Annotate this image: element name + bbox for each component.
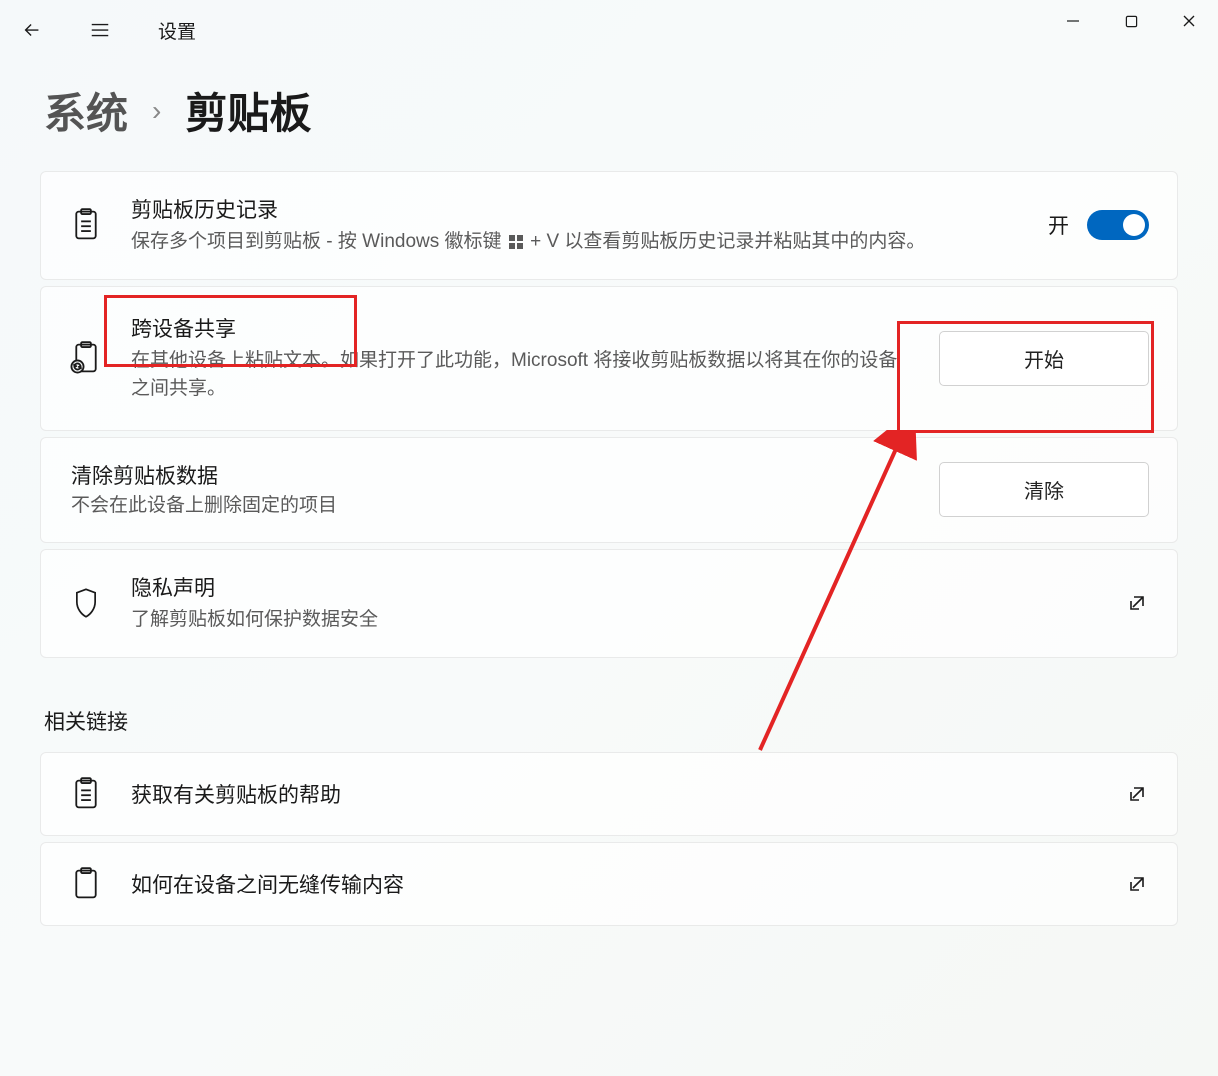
- toggle-state-label: 开: [1048, 210, 1069, 240]
- link-title: 获取有关剪贴板的帮助: [131, 779, 1097, 809]
- card-title: 剪贴板历史记录: [131, 194, 1020, 224]
- toggle-knob: [1123, 214, 1145, 236]
- windows-logo-icon: [509, 235, 523, 249]
- app-title: 设置: [158, 17, 196, 44]
- card-desc: 不会在此设备上删除固定的项目: [71, 492, 911, 521]
- clipboard-sync-icon: [69, 341, 103, 375]
- clipboard-list-icon: [69, 777, 103, 811]
- card-title: 清除剪贴板数据: [71, 460, 911, 490]
- breadcrumb-current: 剪贴板: [185, 80, 311, 141]
- setting-cross-device-share: 跨设备共享 在其他设备上粘贴文本。如果打开了此功能，Microsoft 将接收剪…: [40, 286, 1178, 431]
- setting-privacy-statement[interactable]: 隐私声明 了解剪贴板如何保护数据安全: [40, 549, 1178, 658]
- clipboard-icon: [69, 867, 103, 901]
- clipboard-list-icon: [69, 208, 103, 242]
- link-seamless-transfer[interactable]: 如何在设备之间无缝传输内容: [40, 842, 1178, 926]
- cross-device-start-button[interactable]: 开始: [939, 331, 1149, 386]
- card-desc: 在其他设备上粘贴文本。如果打开了此功能，Microsoft 将接收剪贴板数据以将…: [131, 347, 911, 404]
- external-link-icon: [1125, 782, 1149, 806]
- clipboard-history-toggle[interactable]: [1087, 210, 1149, 240]
- clear-clipboard-button[interactable]: 清除: [939, 462, 1149, 517]
- external-link-icon: [1125, 872, 1149, 896]
- card-title: 跨设备共享: [131, 313, 911, 343]
- shield-icon: [69, 587, 103, 619]
- link-get-clipboard-help[interactable]: 获取有关剪贴板的帮助: [40, 752, 1178, 836]
- chevron-right-icon: ›: [152, 95, 161, 127]
- maximize-button[interactable]: [1102, 0, 1160, 42]
- menu-button[interactable]: [80, 10, 120, 50]
- card-title: 隐私声明: [131, 572, 1097, 602]
- setting-clipboard-history: 剪贴板历史记录 保存多个项目到剪贴板 - 按 Windows 徽标键 + V 以…: [40, 171, 1178, 280]
- related-links-header: 相关链接: [0, 658, 1218, 752]
- breadcrumb: 系统 › 剪贴板: [0, 60, 1218, 171]
- link-title: 如何在设备之间无缝传输内容: [131, 869, 1097, 899]
- breadcrumb-parent[interactable]: 系统: [44, 80, 128, 141]
- card-desc: 保存多个项目到剪贴板 - 按 Windows 徽标键 + V 以查看剪贴板历史记…: [131, 228, 1020, 257]
- close-button[interactable]: [1160, 0, 1218, 42]
- card-desc: 了解剪贴板如何保护数据安全: [131, 606, 1097, 635]
- external-link-icon: [1125, 591, 1149, 615]
- minimize-button[interactable]: [1044, 0, 1102, 42]
- setting-clear-clipboard: 清除剪贴板数据 不会在此设备上删除固定的项目 清除: [40, 437, 1178, 544]
- back-button[interactable]: [12, 10, 52, 50]
